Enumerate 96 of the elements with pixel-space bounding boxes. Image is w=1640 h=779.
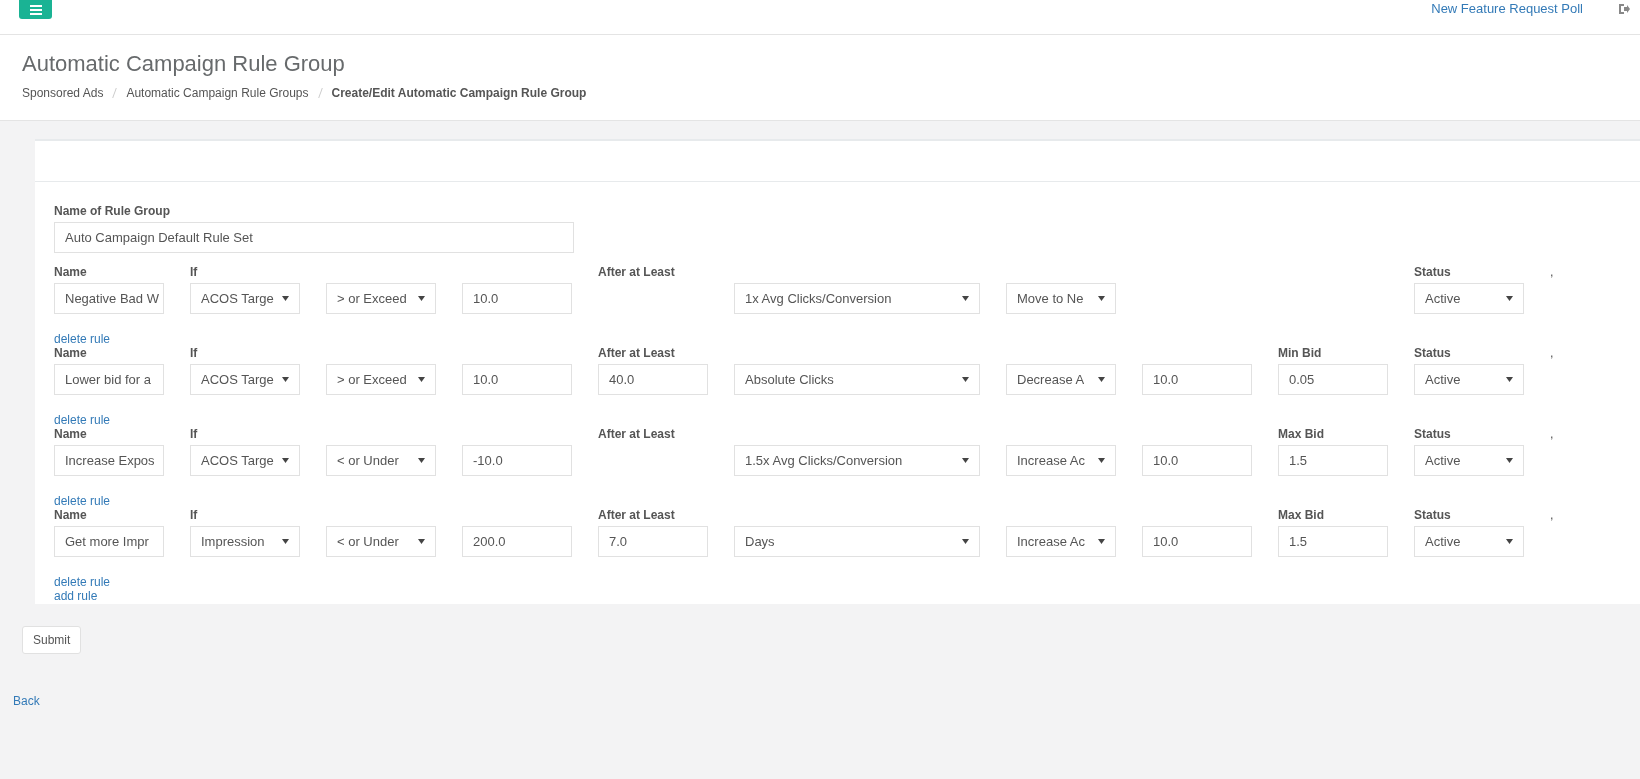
amount-field[interactable]: 10.0 bbox=[1142, 364, 1252, 395]
field-label: If bbox=[190, 508, 199, 524]
caret-icon bbox=[1506, 458, 1513, 463]
after-field[interactable]: 40.0 bbox=[598, 364, 708, 395]
field-label: If bbox=[190, 346, 199, 362]
amount-field[interactable]: 10.0 bbox=[1142, 445, 1252, 476]
basis-select[interactable]: 1x Avg Clicks/Conversion bbox=[734, 283, 980, 314]
threshold-field[interactable]: 10.0 bbox=[462, 283, 572, 314]
field-label: After at Least bbox=[598, 427, 676, 443]
caret-icon bbox=[962, 377, 969, 382]
threshold-field[interactable]: -10.0 bbox=[462, 445, 572, 476]
add-rule-link[interactable]: add rule bbox=[54, 589, 98, 603]
caret-icon bbox=[282, 458, 289, 463]
caret-icon bbox=[1098, 458, 1105, 463]
field-label: Max Bid bbox=[1278, 427, 1325, 443]
bid-field[interactable]: 1.5 bbox=[1278, 526, 1388, 557]
caret-icon bbox=[962, 296, 969, 301]
metric-select[interactable]: ACOS Targe bbox=[190, 364, 300, 395]
caret-icon bbox=[418, 377, 425, 382]
metric-select[interactable]: ACOS Targe bbox=[190, 445, 300, 476]
action-select[interactable]: Increase Ac bbox=[1006, 526, 1116, 557]
field-label: Name of Rule Group bbox=[54, 204, 171, 220]
page-title: Automatic Campaign Rule Group bbox=[22, 51, 346, 77]
delete-rule-link[interactable]: delete rule bbox=[54, 332, 111, 346]
metric-select[interactable]: Impression bbox=[190, 526, 300, 557]
field-label: If bbox=[190, 427, 199, 443]
bid-field[interactable]: 0.05 bbox=[1278, 364, 1388, 395]
caret-icon bbox=[1098, 539, 1105, 544]
status-select[interactable]: Active bbox=[1414, 283, 1524, 314]
metric-select[interactable]: ACOS Targe bbox=[190, 283, 300, 314]
operator-select[interactable]: < or Under bbox=[326, 526, 436, 557]
basis-select[interactable]: Days bbox=[734, 526, 980, 557]
caret-icon bbox=[962, 458, 969, 463]
after-field[interactable]: 7.0 bbox=[598, 526, 708, 557]
caret-icon bbox=[1098, 296, 1105, 301]
caret-icon bbox=[962, 539, 969, 544]
status-select[interactable]: Active bbox=[1414, 445, 1524, 476]
caret-icon bbox=[1506, 296, 1513, 301]
submit-button[interactable]: Submit bbox=[22, 626, 82, 654]
comma-mark: , bbox=[1550, 508, 1555, 522]
operator-select[interactable]: > or Exceed bbox=[326, 283, 436, 314]
operator-select[interactable]: > or Exceed bbox=[326, 364, 436, 395]
caret-icon bbox=[1506, 539, 1513, 544]
comma-mark: , bbox=[1550, 265, 1555, 279]
amount-field[interactable]: 10.0 bbox=[1142, 526, 1252, 557]
menu-button[interactable] bbox=[19, 0, 52, 19]
breadcrumb-item: Create/Edit Automatic Campaign Rule Group bbox=[331, 86, 587, 100]
status-select[interactable]: Active bbox=[1414, 526, 1524, 557]
feature-poll-link[interactable]: New Feature Request Poll bbox=[1431, 1, 1583, 16]
field-label: Name bbox=[54, 508, 88, 524]
field-label: Name bbox=[54, 346, 88, 362]
menu-icon bbox=[29, 4, 42, 15]
caret-icon bbox=[418, 539, 425, 544]
comma-mark: , bbox=[1550, 427, 1555, 441]
caret-icon bbox=[1506, 377, 1513, 382]
action-select[interactable]: Decrease A bbox=[1006, 364, 1116, 395]
field-label: Max Bid bbox=[1278, 508, 1325, 524]
caret-icon bbox=[282, 377, 289, 382]
action-select[interactable]: Increase Ac bbox=[1006, 445, 1116, 476]
field-label: After at Least bbox=[598, 346, 676, 362]
field-label: Status bbox=[1414, 427, 1452, 443]
rule-name-field[interactable]: Lower bid for a bbox=[54, 364, 164, 395]
field-label: After at Least bbox=[598, 508, 676, 524]
delete-rule-link[interactable]: delete rule bbox=[54, 494, 111, 508]
rule-name-field[interactable]: Negative Bad W bbox=[54, 283, 164, 314]
action-select[interactable]: Move to Ne bbox=[1006, 283, 1116, 314]
field-label: Status bbox=[1414, 346, 1452, 362]
caret-icon bbox=[282, 539, 289, 544]
caret-icon bbox=[418, 296, 425, 301]
field-label: Status bbox=[1414, 265, 1452, 281]
field-label: Name bbox=[54, 427, 88, 443]
delete-rule-link[interactable]: delete rule bbox=[54, 413, 111, 427]
field-label: If bbox=[190, 265, 199, 281]
rule-name-field[interactable]: Get more Impr bbox=[54, 526, 164, 557]
group-name-field[interactable]: Auto Campaign Default Rule Set bbox=[54, 222, 574, 253]
delete-rule-link[interactable]: delete rule bbox=[54, 575, 111, 589]
caret-icon bbox=[1098, 377, 1105, 382]
back-link[interactable]: Back bbox=[13, 694, 40, 708]
bid-field[interactable]: 1.5 bbox=[1278, 445, 1388, 476]
operator-select[interactable]: < or Under bbox=[326, 445, 436, 476]
status-select[interactable]: Active bbox=[1414, 364, 1524, 395]
threshold-field[interactable]: 10.0 bbox=[462, 364, 572, 395]
field-label: Min Bid bbox=[1278, 346, 1323, 362]
threshold-field[interactable]: 200.0 bbox=[462, 526, 572, 557]
field-label: After at Least bbox=[598, 265, 676, 281]
comma-mark: , bbox=[1550, 346, 1555, 360]
field-label: Name bbox=[54, 265, 88, 281]
breadcrumb-item[interactable]: Sponsored Ads bbox=[22, 86, 104, 100]
field-label: Status bbox=[1414, 508, 1452, 524]
rule-name-field[interactable]: Increase Expos bbox=[54, 445, 164, 476]
caret-icon bbox=[282, 296, 289, 301]
breadcrumb-item[interactable]: Automatic Campaign Rule Groups bbox=[126, 86, 309, 100]
basis-select[interactable]: 1.5x Avg Clicks/Conversion bbox=[734, 445, 980, 476]
basis-select[interactable]: Absolute Clicks bbox=[734, 364, 980, 395]
caret-icon bbox=[418, 458, 425, 463]
logout-icon[interactable] bbox=[1619, 3, 1630, 14]
